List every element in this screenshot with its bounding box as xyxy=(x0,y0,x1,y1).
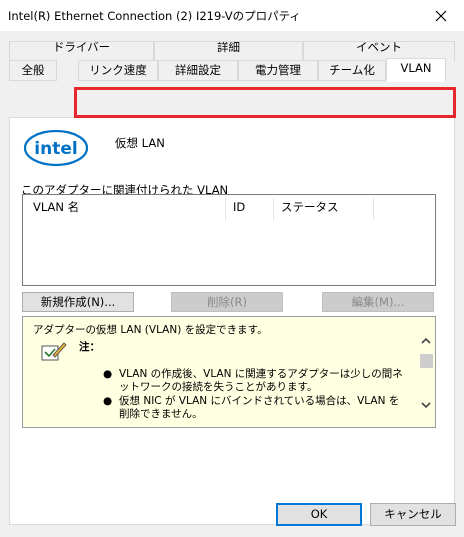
tab-general[interactable]: 全般 xyxy=(9,60,57,81)
chevron-up-icon[interactable] xyxy=(420,335,432,347)
tab-advanced[interactable]: 詳細設定 xyxy=(158,60,238,81)
new-vlan-button[interactable]: 新規作成(N)... xyxy=(22,292,134,312)
tab-label: VLAN xyxy=(400,61,432,75)
tab-label: 詳細 xyxy=(217,41,240,54)
column-header-id[interactable]: ID xyxy=(226,198,274,220)
note-bullet-text: 仮想 NIC が VLAN にバインドされている場合は、VLAN を削除できませ… xyxy=(119,395,400,420)
column-header-vlan-name[interactable]: VLAN 名 xyxy=(26,198,226,220)
bullet-marker: ● xyxy=(103,395,113,407)
info-scrollbar[interactable] xyxy=(418,317,435,427)
tab-label: 電力管理 xyxy=(255,63,301,77)
tab-label: 詳細設定 xyxy=(175,63,221,77)
vlan-panel: intel 仮想 LAN このアダプターに関連付けられた VLAN VLAN 名… xyxy=(9,117,455,525)
title-bar: Intel(R) Ethernet Connection (2) I219-Vの… xyxy=(0,0,464,31)
info-box: アダプターの仮想 LAN (VLAN) を設定できます。 注： ● VLAN の… xyxy=(22,316,436,428)
tab-label: イベント xyxy=(356,41,402,54)
tab-label: リンク速度 xyxy=(89,63,147,77)
tab-vlan[interactable]: VLAN xyxy=(386,58,446,82)
window-title: Intel(R) Ethernet Connection (2) I219-Vの… xyxy=(8,9,301,23)
vlan-list[interactable]: VLAN 名 ID ステータス xyxy=(22,194,436,286)
close-icon xyxy=(435,10,447,21)
edit-vlan-button[interactable]: 編集(M)... xyxy=(322,292,434,312)
close-button[interactable] xyxy=(418,0,464,31)
note-pencil-icon xyxy=(41,342,67,361)
tab-label: チーム化 xyxy=(329,63,375,77)
tab-label: 全般 xyxy=(21,63,45,77)
tab-power-management[interactable]: 電力管理 xyxy=(238,60,318,81)
column-header-status[interactable]: ステータス xyxy=(274,198,374,220)
cancel-button[interactable]: キャンセル xyxy=(370,503,456,526)
svg-text:intel: intel xyxy=(34,139,77,159)
bullet-marker: ● xyxy=(103,368,113,380)
virtual-lan-heading: 仮想 LAN xyxy=(115,136,165,150)
scrollbar-thumb[interactable] xyxy=(420,354,433,368)
tab-teaming[interactable]: チーム化 xyxy=(318,60,386,81)
tab-highlight-box xyxy=(74,87,456,118)
ok-button[interactable]: OK xyxy=(276,503,362,526)
tab-details[interactable]: 詳細 xyxy=(154,41,303,62)
intel-logo-icon: intel xyxy=(23,129,89,167)
chevron-down-icon[interactable] xyxy=(420,399,432,411)
info-description: アダプターの仮想 LAN (VLAN) を設定できます。 xyxy=(33,324,268,336)
dialog-body: ドライバー 詳細 イベント 全般 リンク速度 詳細設定 電力管理 チーム化 VL… xyxy=(0,31,464,537)
tab-label: ドライバー xyxy=(52,41,111,54)
delete-vlan-button[interactable]: 削除(R) xyxy=(171,292,283,312)
tab-driver[interactable]: ドライバー xyxy=(9,41,154,62)
note-bullet-text: VLAN の作成後、VLAN に関連するアダプターは少しの間ネットワークの接続を… xyxy=(119,368,403,393)
note-label: 注： xyxy=(79,341,100,353)
tab-link-speed[interactable]: リンク速度 xyxy=(78,60,158,81)
